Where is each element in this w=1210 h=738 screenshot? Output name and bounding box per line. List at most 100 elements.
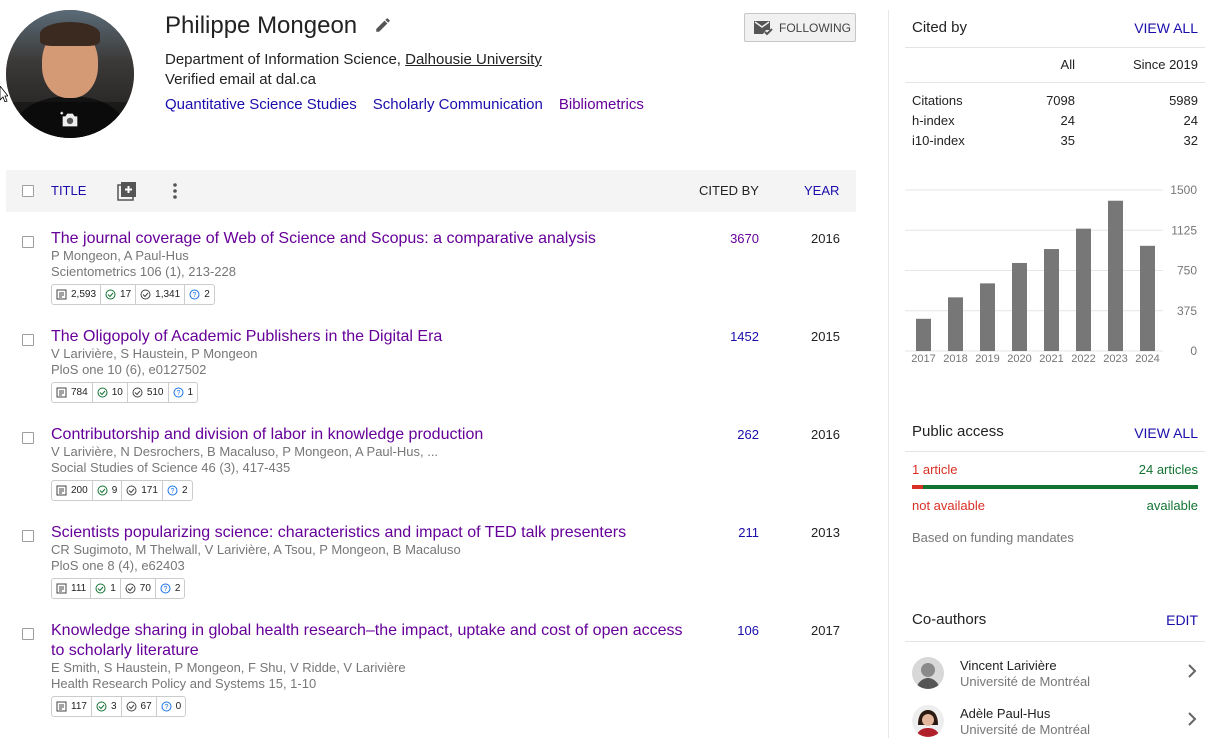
article-checkbox[interactable]	[22, 334, 34, 346]
bar-2023[interactable]	[1108, 200, 1123, 351]
x-tick-label: 2020	[1007, 353, 1031, 365]
bar-2024[interactable]	[1140, 245, 1155, 351]
y-tick-label: 0	[1190, 344, 1197, 358]
article-year: 2016	[811, 427, 840, 442]
check-circle-icon	[97, 387, 108, 398]
stat-label: h-index	[912, 113, 955, 128]
bar-2018[interactable]	[948, 297, 963, 351]
interest-link[interactable]: Bibliometrics	[559, 96, 644, 113]
metric-value: 117	[71, 701, 87, 712]
not-available-fill	[912, 485, 923, 489]
coauthor-item[interactable]: Adèle Paul-Hus Université de Montréal	[912, 705, 1202, 738]
clock-check-icon	[132, 387, 143, 398]
verified-email: Verified email at dal.ca	[165, 71, 316, 88]
article-checkbox[interactable]	[22, 530, 34, 542]
article-title-link[interactable]: Knowledge sharing in global health resea…	[51, 621, 691, 661]
metric-value: 70	[139, 583, 151, 594]
col-since-header: Since 2019	[1132, 57, 1198, 72]
article-year: 2013	[811, 525, 840, 540]
more-vert-icon[interactable]	[169, 181, 181, 201]
clock-check-icon	[125, 583, 136, 594]
clock-check-icon	[140, 289, 151, 300]
bar-2017[interactable]	[916, 318, 931, 351]
article-checkbox[interactable]	[22, 628, 34, 640]
not-available-label: not available	[912, 498, 985, 513]
coauthor-name: Vincent Larivière	[960, 658, 1057, 673]
university-link[interactable]: Dalhousie University	[405, 51, 542, 68]
coauthor-institution: Université de Montréal	[960, 674, 1091, 689]
following-button[interactable]: FOLLOWING	[744, 13, 856, 42]
article-metrics-badge[interactable]: 784 10 510 ? 1	[51, 382, 199, 403]
metric-value: 2	[181, 485, 188, 496]
sidebar-divider	[888, 10, 889, 738]
article-row: The Oligopoly of Academic Publishers in …	[6, 327, 856, 407]
cited-by-count-link[interactable]: 262	[699, 427, 759, 442]
articles-table-header: TITLE CITED BY YEAR	[6, 170, 856, 212]
cited-by-view-all-link[interactable]: VIEW ALL	[1110, 20, 1198, 36]
article-venue: Scientometrics 106 (1), 213-228	[51, 264, 236, 279]
article-checkbox[interactable]	[22, 236, 34, 248]
x-tick-label: 2024	[1135, 353, 1159, 365]
pencil-icon[interactable]	[374, 16, 392, 34]
svg-text:?: ?	[176, 390, 180, 397]
article-authors: P Mongeon, A Paul-Hus	[51, 248, 189, 263]
article-authors: E Smith, S Haustein, P Mongeon, F Shu, V…	[51, 660, 406, 675]
svg-text:?: ?	[163, 586, 167, 593]
cited-by-count-link[interactable]: 211	[699, 525, 759, 540]
clock-check-icon	[126, 485, 137, 496]
sort-by-title[interactable]: TITLE	[51, 183, 86, 198]
article-metrics-badge[interactable]: 200 9 171 ? 2	[51, 480, 193, 501]
x-tick-label: 2018	[943, 353, 967, 365]
interest-link[interactable]: Scholarly Communication	[373, 96, 543, 113]
cited-by-count-link[interactable]: 3670	[699, 231, 759, 246]
interest-link[interactable]: Quantitative Science Studies	[165, 96, 357, 113]
article-title-link[interactable]: Contributorship and division of labor in…	[51, 425, 691, 445]
metric-value: 0	[175, 701, 182, 712]
article-metrics-badge[interactable]: 2,593 17 1,341 ? 2	[51, 284, 215, 305]
affiliation-text: Department of Information Science,	[165, 51, 406, 68]
metric-value: 200	[71, 485, 88, 496]
help-circle-icon: ?	[161, 701, 172, 712]
article-venue: Health Research Policy and Systems 15, 1…	[51, 676, 317, 691]
article-metrics-badge[interactable]: 117 3 67 ? 0	[51, 696, 187, 717]
article-checkbox[interactable]	[22, 432, 34, 444]
article-title-link[interactable]: The journal coverage of Web of Science a…	[51, 229, 691, 249]
camera-icon[interactable]	[6, 102, 134, 138]
article-title-link[interactable]: The Oligopoly of Academic Publishers in …	[51, 327, 691, 347]
metric-value: 171	[141, 485, 158, 496]
co-authors-edit-link[interactable]: EDIT	[1110, 612, 1198, 628]
article-year: 2016	[811, 231, 840, 246]
article-metrics-badge[interactable]: 111 1 70 ? 2	[51, 578, 186, 599]
svg-text:?: ?	[164, 704, 168, 711]
chevron-right-icon	[1188, 664, 1197, 678]
check-circle-icon	[97, 485, 108, 496]
coauthor-institution: Université de Montréal	[960, 722, 1091, 737]
article-title-link[interactable]: Scientists popularizing science: charact…	[51, 523, 691, 543]
help-circle-icon: ?	[167, 485, 178, 496]
coauthor-item[interactable]: Vincent Larivière Université de Montréal	[912, 657, 1202, 697]
following-label: FOLLOWING	[779, 20, 852, 35]
metric-value: 1	[110, 583, 116, 594]
help-circle-icon: ?	[189, 289, 200, 300]
cited-by-count-link[interactable]: 106	[699, 623, 759, 638]
add-article-icon[interactable]	[117, 181, 137, 201]
select-all-checkbox[interactable]	[22, 185, 34, 197]
metric-value: 9	[111, 485, 118, 496]
public-access-view-all-link[interactable]: VIEW ALL	[1110, 425, 1198, 441]
metric-value: 3	[110, 701, 117, 712]
x-tick-label: 2023	[1103, 353, 1127, 365]
profile-photo[interactable]	[6, 10, 134, 138]
bar-2020[interactable]	[1012, 262, 1027, 351]
cited-by-count-link[interactable]: 1452	[699, 329, 759, 344]
bar-2019[interactable]	[980, 283, 995, 351]
available-count: 24 articles	[1138, 462, 1198, 477]
article-authors: V Larivière, S Haustein, P Mongeon	[51, 346, 258, 361]
bar-2022[interactable]	[1076, 228, 1091, 351]
y-tick-label: 375	[1177, 304, 1197, 318]
sort-by-year[interactable]: YEAR	[804, 183, 839, 198]
metric-value: 1,341	[155, 289, 181, 300]
bar-2021[interactable]	[1044, 249, 1059, 351]
metric-value: 17	[120, 289, 132, 300]
chevron-right-icon	[1188, 712, 1197, 726]
article-row: Scientists popularizing science: charact…	[6, 523, 856, 603]
